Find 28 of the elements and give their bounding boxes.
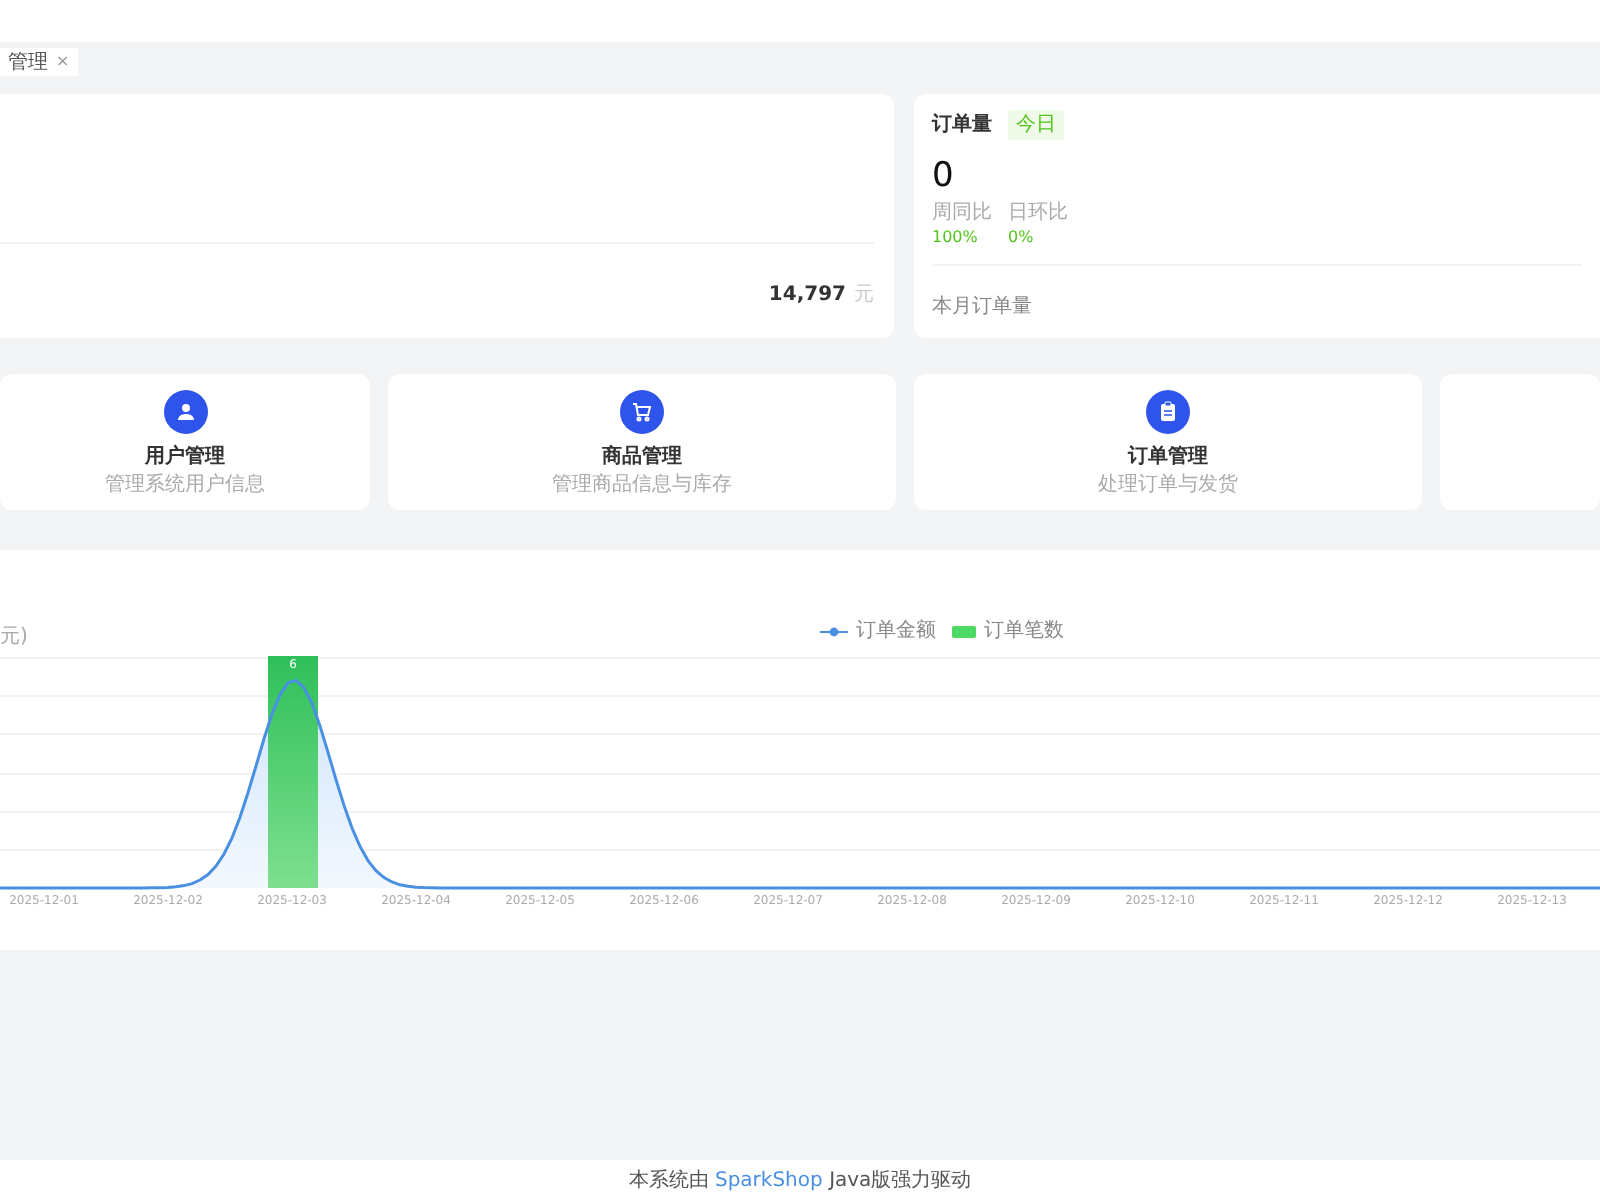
shortcut-subtitle: 处理订单与发货 (1098, 475, 1238, 495)
today-badge: 今日 (1008, 110, 1064, 140)
bar-legend-icon (952, 625, 976, 637)
legend-label: 订单金额 (856, 617, 936, 646)
sales-amount: 14,797 (768, 282, 846, 310)
shortcut-title: 商品管理 (602, 442, 682, 471)
stat-value: 0% (1008, 227, 1036, 247)
line-legend-icon (820, 625, 848, 637)
shortcut-subtitle: 管理商品信息与库存 (552, 475, 732, 495)
footer-text: 本系统由 SparkShop Java版强力驱动 (628, 1167, 972, 1195)
shortcut-subtitle: 管理系统用户信息 (105, 475, 265, 495)
shortcut-card[interactable]: 商品管理 管理商品信息与库存 (388, 374, 896, 510)
page-tab[interactable]: 管理 × (0, 48, 78, 76)
stat-label: 周同比 (932, 202, 992, 227)
shortcut-card[interactable]: 订单管理 处理订单与发货 (914, 374, 1422, 510)
clipboard-icon (1146, 389, 1190, 433)
y-axis-unit: 元) (0, 624, 28, 652)
card-footer-text: 本月订单量 (932, 295, 1032, 317)
stat-value: 100% (932, 227, 980, 247)
order-count: 0 (932, 160, 956, 194)
shortcut-title: 订单管理 (1128, 443, 1208, 471)
cart-icon (620, 389, 664, 433)
stat-label: 日环比 (1008, 202, 1068, 227)
card-title: 订单量 (932, 111, 992, 140)
user-icon (163, 389, 207, 433)
shortcut-card[interactable]: 用户管理 管理系统用户信息 (0, 374, 370, 510)
legend-label: 订单笔数 (984, 617, 1064, 646)
shortcut-title: 用户管理 (145, 442, 225, 471)
